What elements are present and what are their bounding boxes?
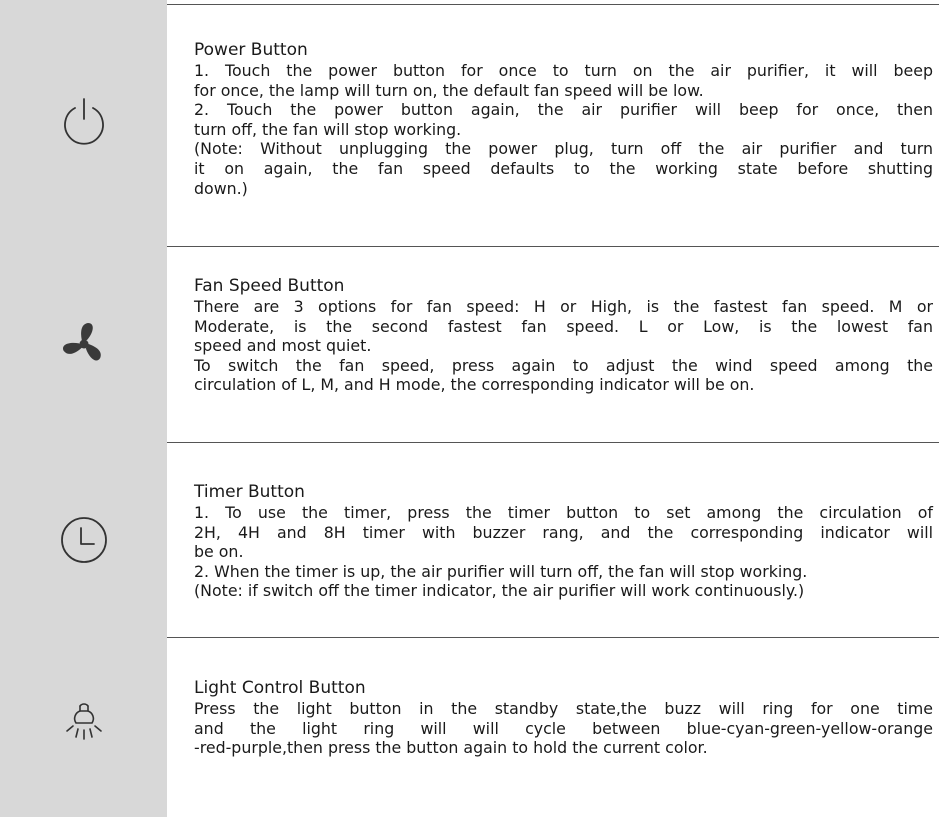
section-text: Light Control Button Press the light but… <box>194 678 933 758</box>
text-line: (Note: if switch off the timer indicator… <box>194 581 805 601</box>
icon-panel <box>0 442 167 637</box>
section-title: Power Button <box>194 40 308 60</box>
section-title: Fan Speed Button <box>194 276 345 296</box>
text-line: circulation of L, M, and H mode, the cor… <box>194 375 755 395</box>
text-line: There are 3 options for fan speed: H or … <box>194 297 933 316</box>
power-icon <box>63 98 104 145</box>
text-line: 2. Touch the power button again, the air… <box>194 100 933 120</box>
icon-panel <box>0 0 167 246</box>
text-line: Moderate, is the second fastest fan spee… <box>194 316 933 336</box>
section-title: Timer Button <box>194 482 305 502</box>
icon-panel <box>0 637 167 817</box>
section-text: Power Button 1. Touch the power button f… <box>194 40 933 198</box>
text-line: it on again, the fan speed defaults to t… <box>194 158 933 178</box>
text-line: be on. <box>194 542 244 562</box>
text-line: 1. Touch the power button for once to tu… <box>194 61 933 80</box>
divider <box>167 637 939 638</box>
text-line: for once, the lamp will turn on, the def… <box>194 80 704 100</box>
text-line: 1. To use the timer, press the timer but… <box>194 503 933 522</box>
icon-panel <box>0 246 167 442</box>
section-power: Power Button 1. Touch the power button f… <box>0 0 939 246</box>
text-line: down.) <box>194 178 248 198</box>
section-title: Light Control Button <box>194 678 366 698</box>
fan-icon <box>62 323 101 361</box>
divider <box>167 246 939 247</box>
text-line: 2. When the timer is up, the air purifie… <box>194 561 808 581</box>
clock-icon <box>60 516 107 563</box>
text-line: -red-purple,then press the button again … <box>194 738 708 758</box>
divider <box>167 4 939 5</box>
text-line: turn off, the fan will stop working. <box>194 119 462 139</box>
section-text: Timer Button 1. To use the timer, press … <box>194 482 933 601</box>
light-bulb-icon <box>65 703 102 740</box>
text-line: speed and most quiet. <box>194 336 372 356</box>
section-light-control: Light Control Button Press the light but… <box>0 637 939 817</box>
section-fan-speed: Fan Speed Button There are 3 options for… <box>0 246 939 442</box>
text-line: and the light ring will will cycle betwe… <box>194 718 933 738</box>
text-line: To switch the fan speed, press again to … <box>194 355 933 375</box>
divider <box>167 442 939 443</box>
text-line: 2H, 4H and 8H timer with buzzer rang, an… <box>194 522 933 542</box>
text-line: Press the light button in the standby st… <box>194 699 933 718</box>
section-timer: Timer Button 1. To use the timer, press … <box>0 442 939 637</box>
text-line: (Note: Without unplugging the power plug… <box>194 139 933 159</box>
section-text: Fan Speed Button There are 3 options for… <box>194 276 933 395</box>
